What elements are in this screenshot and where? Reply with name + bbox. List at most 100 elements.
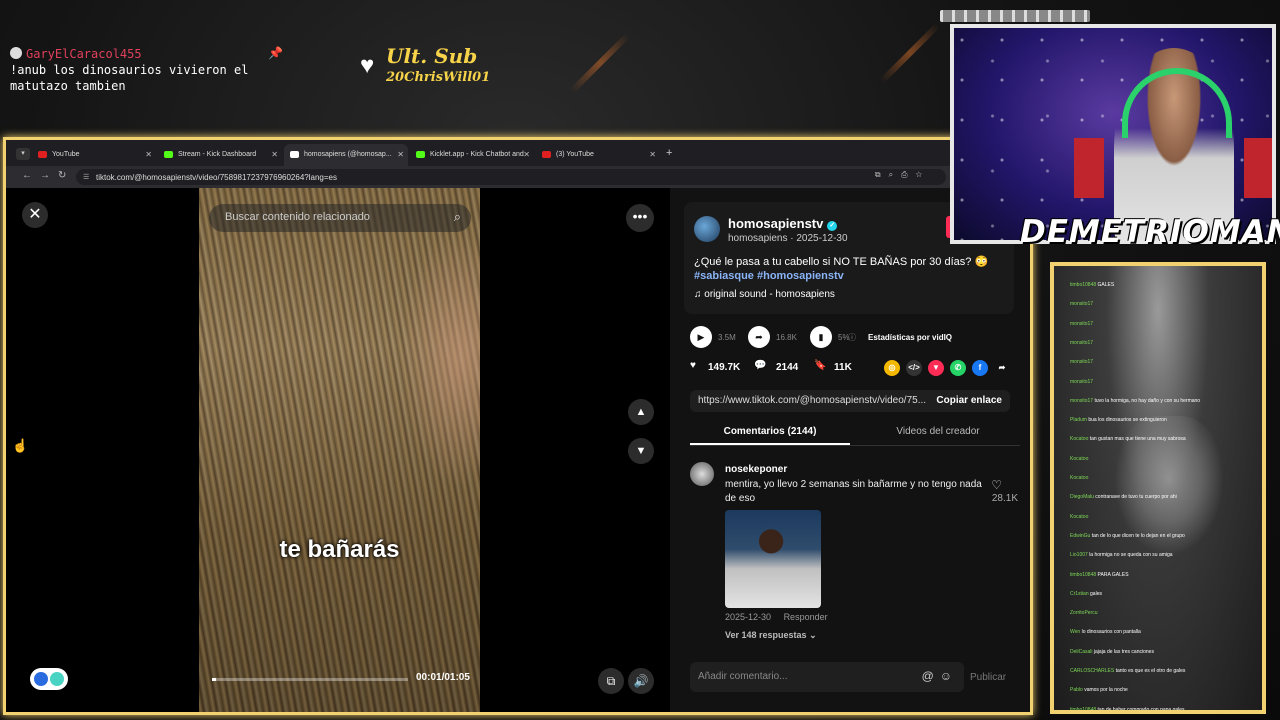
info-icon[interactable]: ⓘ	[848, 332, 856, 343]
webcam-frame	[950, 24, 1276, 244]
close-tab-icon[interactable]: ✕	[271, 150, 278, 159]
link-row: https://www.tiktok.com/@homosapienstv/vi…	[690, 390, 1010, 412]
chat-panel-line: timbo10848 tan de haber comprado con pap…	[1070, 706, 1185, 713]
repost-icon[interactable]: ▼	[928, 360, 944, 376]
browser-tab[interactable]: Stream - Kick Dashboard ✕	[158, 144, 282, 166]
mention-emoji-icons[interactable]: @☺	[922, 669, 958, 683]
save-count: 11K	[834, 362, 852, 373]
post-description: ¿Qué le pasa a tu cabello si NO TE BAÑAS…	[694, 256, 989, 268]
author-name[interactable]: homosapienstv ✓	[728, 216, 838, 231]
chat-panel-username: Pablo	[1070, 687, 1085, 694]
search-icon[interactable]: ⌕	[454, 209, 461, 225]
stream-scene: GaryElCaracol455 !anub los dinosaurios v…	[0, 0, 1280, 720]
tab-label: YouTube	[52, 151, 80, 158]
view-replies-button[interactable]: Ver 148 respuestas ⌄	[725, 630, 817, 641]
chat-panel-username: timbo10848	[1070, 706, 1098, 713]
close-tab-icon[interactable]: ✕	[649, 150, 656, 159]
comment-username[interactable]: nosekeponer	[725, 464, 787, 475]
toggle-knob	[50, 672, 64, 686]
chat-panel-message: lo dinosaurios con pantalla	[1081, 629, 1141, 636]
chat-panel-username: timbo10848	[1070, 282, 1098, 288]
comment-icon[interactable]: 💬	[754, 360, 766, 371]
chat-panel-username: Kocatoo	[1070, 475, 1089, 481]
chat-panel-username: DeliCasali	[1070, 648, 1094, 655]
comment-like-count: 28.1K	[991, 493, 1018, 504]
comment-input[interactable]: Añadir comentario... @☺	[690, 662, 964, 692]
new-tab-button[interactable]: +	[666, 147, 672, 159]
browser-window: ▾ YouTube ✕ Stream - Kick Dashboard ✕ homo…	[3, 137, 1033, 715]
chat-panel-username: monsito17	[1070, 339, 1094, 346]
post-sound[interactable]: ♫ original sound - homosapiens	[694, 289, 835, 300]
reply-button[interactable]: Responder	[784, 612, 828, 622]
tab-label: homosapiens (@homosap...	[304, 151, 392, 158]
streamer-name: DEMETRIOMAN	[1020, 214, 1280, 250]
close-tab-icon[interactable]: ✕	[397, 150, 404, 159]
shares-icon: ➦	[748, 326, 770, 348]
reload-icon[interactable]: ↻	[58, 170, 66, 181]
chat-panel-line: Lio1007 la hormiga no se queda con su am…	[1070, 552, 1173, 559]
tab-creator-videos[interactable]: Videos del creador	[858, 426, 1018, 437]
video-frame[interactable]	[199, 188, 480, 712]
video-link[interactable]: https://www.tiktok.com/@homosapienstv/vi…	[698, 395, 926, 406]
post-comment-button[interactable]: Publicar	[970, 672, 1006, 683]
facebook-icon[interactable]: f	[972, 360, 988, 376]
author-subline: homosapiens · 2025-12-30	[728, 233, 848, 244]
floating-player-icon[interactable]: ⧉	[598, 668, 624, 694]
chat-panel-message: tan de lo que dicen te lo dejan en el gr…	[1091, 532, 1185, 539]
like-count: 149.7K	[708, 362, 741, 373]
autoscroll-toggle[interactable]	[30, 668, 68, 690]
vidiq-stats-label[interactable]: Estadísticas por vidIQ	[868, 333, 952, 342]
previous-video-button[interactable]: ▲	[628, 399, 654, 425]
chat-panel-line: monsito17	[1070, 301, 1093, 308]
comment-like-icon[interactable]: ♡	[991, 478, 1002, 492]
chat-panel-message: tan gustan mas que tiene una muy sabrosa	[1089, 436, 1186, 443]
whatsapp-icon[interactable]: ✆	[950, 360, 966, 376]
chat-panel-line: monsito17	[1070, 359, 1093, 366]
chat-panel-message: bua los dinosaurios se extinguieron	[1088, 417, 1167, 424]
chat-message: !anub los dinosaurios vivieron el matuta…	[10, 63, 249, 93]
chat-panel-message: gales	[1090, 590, 1102, 597]
chat-panel-message: GALES	[1097, 282, 1115, 288]
search-placeholder: Buscar contenido relacionado	[225, 211, 370, 223]
chat-panel-line: Wen lo dinosaurios con pantalla	[1070, 629, 1141, 636]
tab-comments[interactable]: Comentarios (2144)	[690, 426, 850, 445]
url-field[interactable]: ☰ tiktok.com/@homosapienstv/video/7589817…	[76, 169, 946, 185]
comment-avatar[interactable]	[690, 462, 714, 486]
close-button[interactable]: ✕	[22, 202, 48, 228]
close-tab-icon[interactable]: ✕	[145, 150, 152, 159]
site-info-icon[interactable]: ☰	[83, 173, 89, 181]
vidiq-share-icon[interactable]: ◎	[884, 360, 900, 376]
video-progress-bar[interactable]	[212, 678, 408, 681]
bookmark-icon[interactable]: 🔖	[814, 360, 826, 371]
post-hashtags[interactable]: #sabiasque #homosapienstv	[694, 270, 844, 282]
author-avatar[interactable]	[694, 216, 720, 242]
tab-search-icon[interactable]: ▾	[16, 148, 30, 160]
back-icon[interactable]: ←	[22, 170, 32, 181]
like-icon[interactable]: ♥	[690, 360, 696, 371]
comment-meta: 2025-12-30 Responder	[725, 612, 828, 622]
video-player: ✕ Buscar contenido relacionado ⌕ te bañar…	[6, 188, 670, 712]
top-chat-overlay: GaryElCaracol455 !anub los dinosaurios v…	[10, 46, 290, 94]
comment-gif[interactable]	[725, 510, 821, 608]
extension-icons[interactable]: ⧉⌕⎙☆	[875, 170, 930, 180]
browser-tab[interactable]: (3) YouTube ✕	[536, 144, 660, 166]
embed-icon[interactable]: </>	[906, 360, 922, 376]
search-input[interactable]: Buscar contenido relacionado ⌕	[209, 204, 471, 232]
browser-tab-active[interactable]: homosapiens (@homosap... ✕	[284, 144, 408, 166]
volume-icon[interactable]: 🔊	[628, 668, 654, 694]
close-tab-icon[interactable]: ✕	[523, 150, 530, 159]
browser-tab[interactable]: Kicklet.app - Kick Chatbot and ✕	[410, 144, 534, 166]
copy-link-button[interactable]: Copiar enlace	[936, 395, 1002, 406]
chat-panel-message: PARA GALES	[1097, 571, 1129, 578]
chevron-down-icon: ⌄	[809, 630, 817, 640]
views-icon: ▶	[690, 326, 712, 348]
share-icon[interactable]: ➦	[994, 360, 1010, 376]
next-video-button[interactable]: ▼	[628, 438, 654, 464]
url-text: tiktok.com/@homosapienstv/video/75898172…	[96, 173, 337, 182]
browser-tab[interactable]: YouTube ✕	[32, 144, 156, 166]
more-options-button[interactable]: •••	[626, 204, 654, 232]
last-sub-widget: ♥ Ult. Sub 20ChrisWill01	[360, 44, 490, 88]
details-panel: homosapienstv ✓ homosapiens · 2025-12-30 …	[670, 188, 1030, 712]
chart-icon: ▮	[810, 326, 832, 348]
forward-icon[interactable]: →	[40, 170, 50, 181]
